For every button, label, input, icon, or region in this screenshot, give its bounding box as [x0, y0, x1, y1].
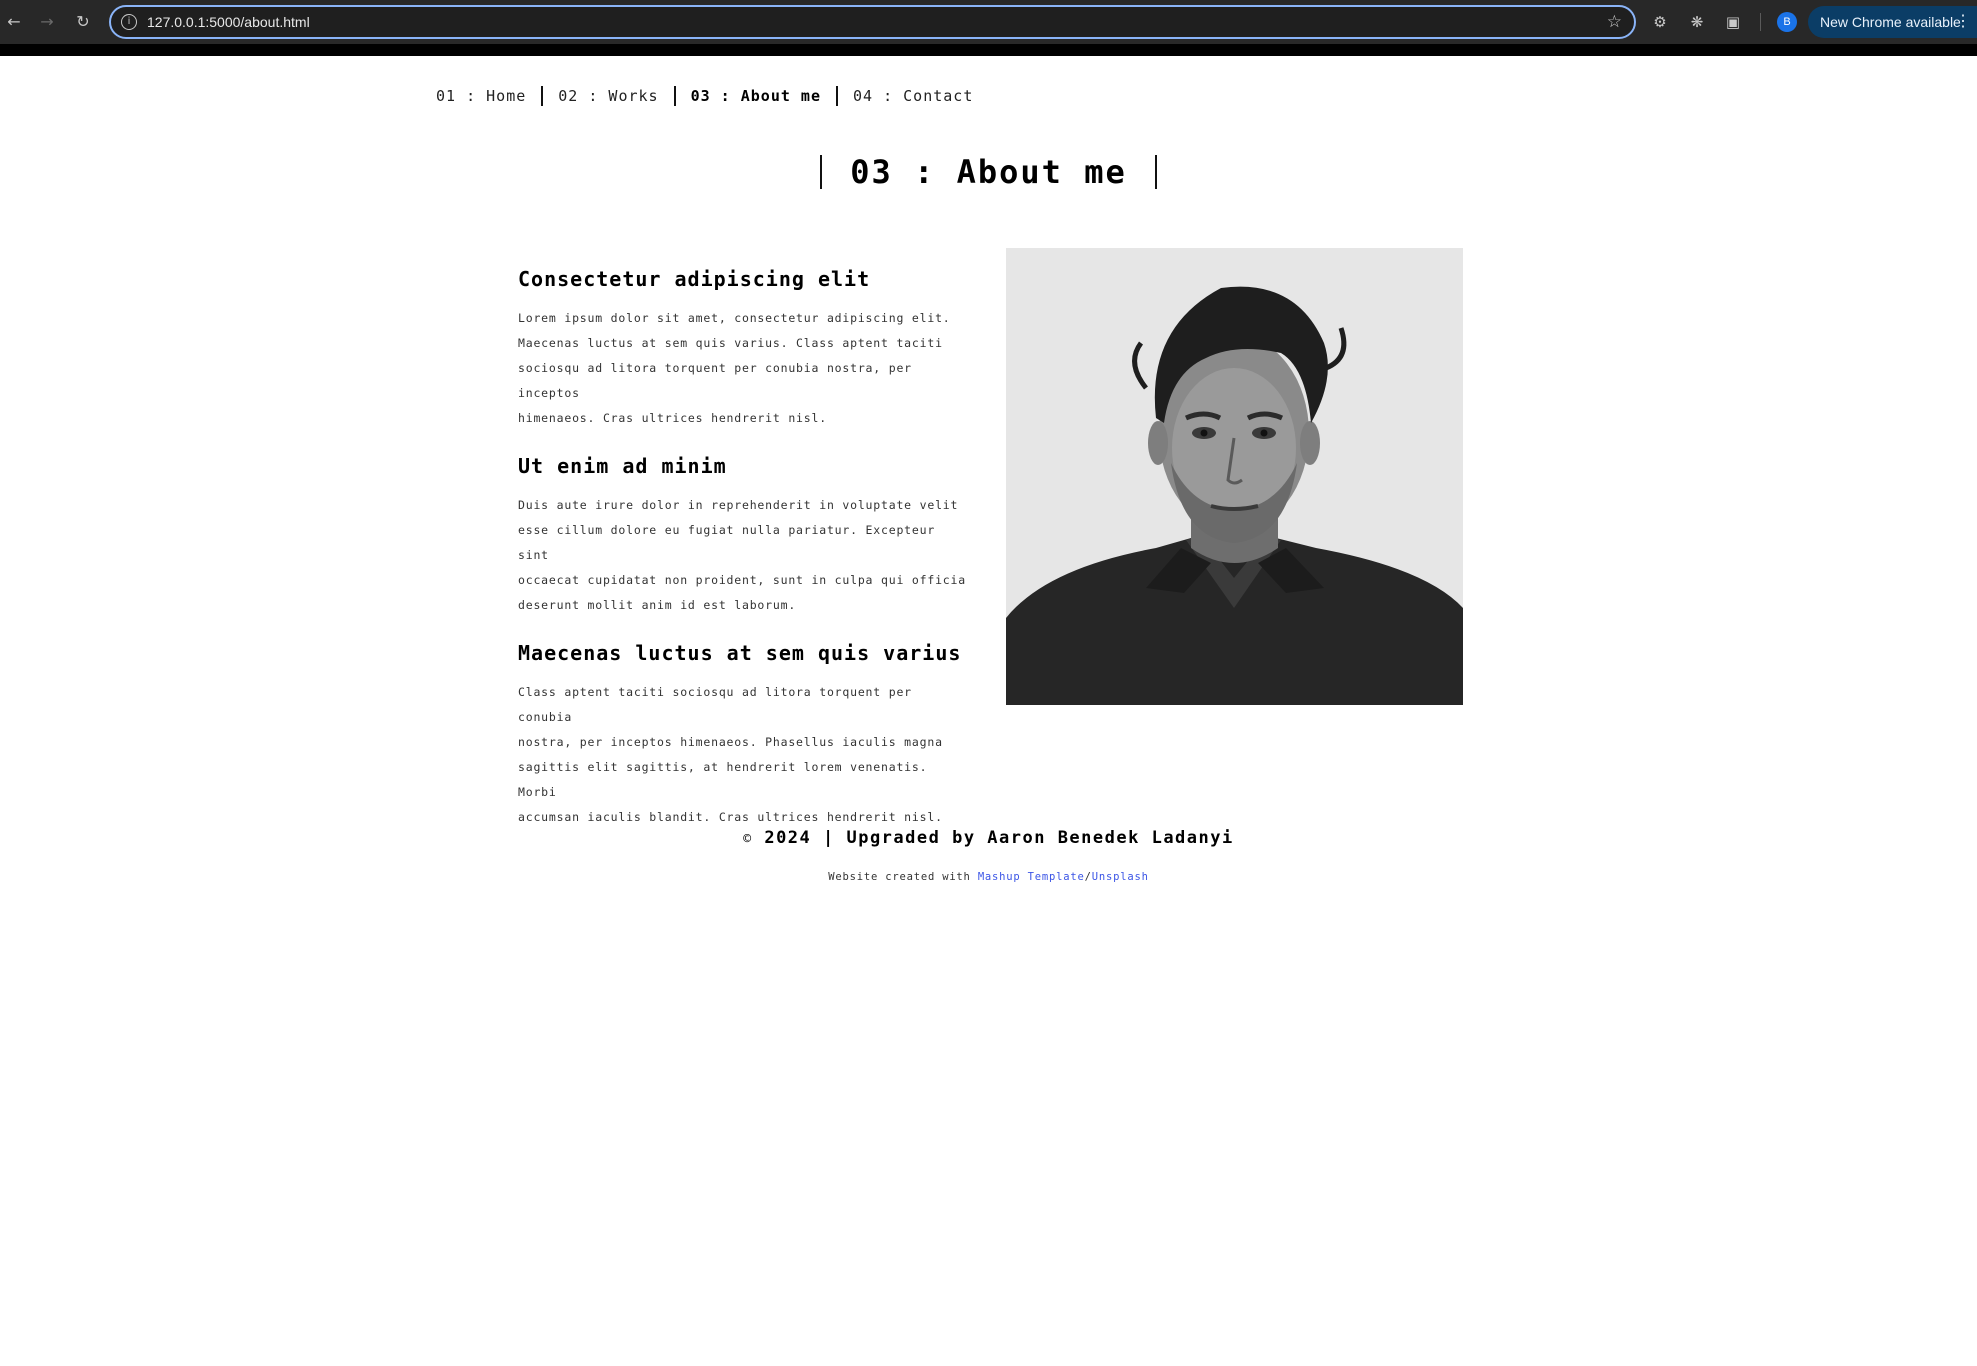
extension-puzzle-dots-icon[interactable]: ❋	[1686, 11, 1708, 33]
browser-toolbar: ← → ↻ i 127.0.0.1:5000/about.html ☆ ⚙ ❋ …	[0, 0, 1977, 44]
nav-item-works[interactable]: 02 : Works	[543, 84, 673, 108]
credit-prefix: Website created with	[828, 871, 978, 883]
back-icon[interactable]: ←	[3, 11, 25, 33]
credit-separator: /	[1084, 871, 1092, 883]
extension-gear-icon[interactable]: ⚙	[1649, 11, 1671, 33]
section-heading: Maecenas luctus at sem quis varius	[518, 641, 962, 665]
copyright-symbol: ©	[743, 832, 753, 847]
profile-avatar[interactable]: B	[1777, 12, 1797, 32]
chrome-update-button[interactable]: New Chrome available ⋮	[1808, 6, 1977, 38]
reload-icon[interactable]: ↻	[72, 11, 94, 33]
page-title-text: 03 : About me	[850, 153, 1127, 191]
footer-credit: Website created with Mashup Template/Uns…	[0, 868, 1977, 886]
section-body: Class aptent taciti sociosqu ad litora t…	[518, 685, 943, 824]
nav-item-contact[interactable]: 04 : Contact	[838, 84, 988, 108]
portrait-illustration	[1006, 248, 1463, 705]
footer-title-text: 2024 | Upgraded by Aaron Benedek Ladanyi	[764, 828, 1234, 848]
section-heading: Consectetur adipiscing elit	[518, 267, 871, 291]
nav-item-home[interactable]: 01 : Home	[436, 84, 541, 108]
unsplash-link[interactable]: Unsplash	[1092, 871, 1149, 883]
extensions-puzzle-icon[interactable]: ▣	[1722, 11, 1744, 33]
site-nav: 01 : Home 02 : Works 03 : About me 04 : …	[436, 84, 988, 108]
nav-item-about[interactable]: 03 : About me	[676, 84, 836, 108]
footer-title: © 2024 | Upgraded by Aaron Benedek Ladan…	[0, 824, 1977, 854]
forward-icon[interactable]: →	[36, 11, 58, 33]
mashup-template-link[interactable]: Mashup Template	[978, 871, 1085, 883]
portrait-photo	[1006, 248, 1463, 705]
page-top-bar	[0, 44, 1977, 56]
menu-dots-icon[interactable]: ⋮	[1955, 6, 1971, 38]
section-body: Duis aute irure dolor in reprehenderit i…	[518, 498, 966, 612]
page-title: 03 : About me	[0, 150, 1977, 194]
section-heading: Ut enim ad minim	[518, 454, 727, 478]
toolbar-divider	[1760, 13, 1761, 31]
section-body: Lorem ipsum dolor sit amet, consectetur …	[518, 311, 951, 425]
about-content: Consectetur adipiscing elit Lorem ipsum …	[518, 262, 968, 848]
title-bar-right	[1154, 155, 1157, 189]
bookmark-star-icon[interactable]: ☆	[1607, 12, 1622, 32]
url-text[interactable]: 127.0.0.1:5000/about.html	[147, 13, 310, 31]
site-info-icon[interactable]: i	[121, 14, 137, 30]
update-label: New Chrome available	[1820, 14, 1961, 30]
address-bar[interactable]: i 127.0.0.1:5000/about.html ☆	[109, 5, 1636, 39]
